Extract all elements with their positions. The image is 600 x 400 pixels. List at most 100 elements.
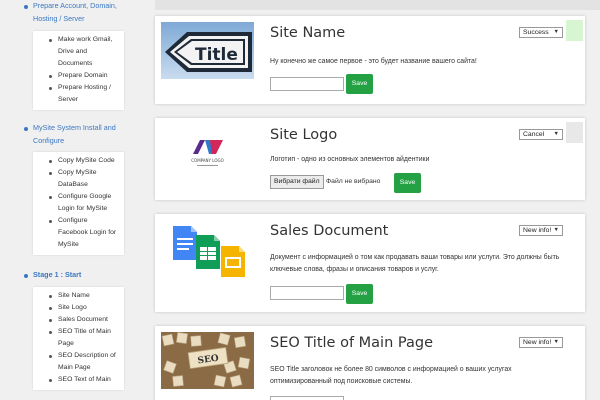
card-title: Sales Document bbox=[270, 223, 389, 239]
sidebar-item-label: Sales Document bbox=[58, 315, 108, 323]
bullet-icon bbox=[24, 4, 28, 9]
status-select[interactable]: Cancel ▼ bbox=[519, 129, 563, 140]
status-select-value: New info! bbox=[523, 227, 552, 234]
sidebar-item[interactable]: SEO Description of Main Page bbox=[39, 350, 118, 374]
bullet-icon bbox=[24, 273, 28, 278]
dot-icon bbox=[49, 39, 52, 42]
svg-text:COMPANY LOGO: COMPANY LOGO bbox=[191, 158, 223, 163]
dot-icon bbox=[49, 196, 52, 199]
logo-icon: COMPANY LOGO bbox=[161, 124, 254, 181]
sidebar-item-label: Site Logo bbox=[58, 303, 87, 311]
site-name-input[interactable] bbox=[270, 77, 344, 91]
sidebar-item-label: Prepare Hosting / Server bbox=[58, 84, 111, 103]
sidebar-list: Site Name Site Logo Sales Document SEO T… bbox=[33, 286, 124, 390]
chevron-down-icon: ▼ bbox=[553, 339, 559, 345]
sidebar-section-prepare: Prepare Account, Domain, Hosting / Serve… bbox=[22, 0, 135, 110]
sidebar-item-label: SEO Title of Main Page bbox=[58, 327, 111, 347]
card-title: Site Logo bbox=[270, 127, 338, 143]
sidebar-item[interactable]: Sales Document bbox=[39, 314, 118, 326]
sidebar-heading-stage1[interactable]: Stage 1 : Start bbox=[22, 269, 135, 282]
status-indicator bbox=[566, 20, 583, 41]
status-select-value: Cancel bbox=[523, 131, 545, 138]
sidebar-list: Make work Gmail, Drive and Documents Pre… bbox=[33, 31, 124, 110]
card-title: SEO Title of Main Page bbox=[270, 335, 433, 351]
company-logo-image: COMPANY LOGO bbox=[161, 124, 254, 181]
dot-icon bbox=[49, 172, 52, 175]
status-select-value: Success bbox=[523, 29, 549, 36]
sidebar-item-label: Make work Gmail, Drive and Documents bbox=[58, 36, 113, 67]
seo-title-input[interactable] bbox=[270, 396, 344, 400]
sidebar-item[interactable]: Copy MySite DataBase bbox=[39, 167, 118, 191]
sidebar-heading-label: Prepare Account, Domain, Hosting / Serve… bbox=[33, 1, 117, 23]
sidebar-item-label: SEO Description of Main Page bbox=[58, 351, 116, 371]
status-select[interactable]: New info! ▼ bbox=[519, 225, 563, 236]
top-bar bbox=[155, 0, 600, 10]
save-button[interactable]: Save bbox=[394, 173, 421, 193]
card-description: Ну конечно же самое первое - это будет н… bbox=[270, 58, 477, 65]
dot-icon bbox=[49, 220, 52, 223]
svg-text:Title: Title bbox=[195, 45, 238, 65]
seo-tiles-image: SEO bbox=[161, 332, 254, 389]
dot-icon bbox=[49, 378, 52, 382]
sidebar-heading-install[interactable]: MySite System Install and Configure bbox=[22, 122, 135, 147]
save-button[interactable]: Save bbox=[346, 284, 373, 304]
save-button[interactable]: Save bbox=[346, 74, 373, 94]
status-select-value: New info! bbox=[523, 339, 552, 346]
sidebar-item-label: Site Name bbox=[58, 291, 90, 299]
card-site-name: Title Site Name Success ▼ Ну конечно же … bbox=[155, 16, 585, 104]
dot-icon bbox=[49, 330, 52, 334]
sidebar-item-label: Copy MySite DataBase bbox=[58, 169, 97, 188]
card-title: Site Name bbox=[270, 25, 346, 41]
chevron-down-icon: ▼ bbox=[553, 131, 559, 137]
dot-icon bbox=[49, 160, 52, 163]
status-select[interactable]: New info! ▼ bbox=[519, 337, 563, 348]
sidebar-item[interactable]: SEO Text of Main bbox=[39, 374, 118, 386]
sidebar-list: Copy MySite Code Copy MySite DataBase Co… bbox=[33, 152, 124, 255]
card-seo-title: SEO SEO Title of Main Page New info! ▼ S… bbox=[155, 326, 585, 400]
google-docs-icon bbox=[161, 220, 254, 277]
seo-tiles-icon: SEO bbox=[161, 332, 254, 389]
sidebar-item-label: Configure Google Login for MySite bbox=[58, 193, 112, 212]
sidebar-item[interactable]: Prepare Domain bbox=[39, 70, 118, 82]
status-select[interactable]: Success ▼ bbox=[519, 27, 563, 38]
sidebar: Prepare Account, Domain, Hosting / Serve… bbox=[0, 0, 135, 400]
dot-icon bbox=[49, 75, 52, 78]
card-site-logo: COMPANY LOGO Site Logo Cancel ▼ Логотип … bbox=[155, 118, 585, 200]
file-status-text: Файл не вибрано bbox=[326, 178, 381, 185]
sidebar-item[interactable]: Site Name bbox=[39, 290, 118, 302]
dot-icon bbox=[49, 318, 52, 322]
sales-document-input[interactable] bbox=[270, 286, 344, 300]
sidebar-item[interactable]: SEO Title of Main Page bbox=[39, 326, 118, 350]
title-sign-image: Title bbox=[161, 22, 254, 79]
status-indicator bbox=[566, 330, 583, 351]
chevron-down-icon: ▼ bbox=[553, 227, 559, 233]
dot-icon bbox=[49, 306, 52, 310]
sidebar-section-install: MySite System Install and Configure Copy… bbox=[22, 122, 135, 255]
dot-icon bbox=[49, 294, 52, 298]
sidebar-item[interactable]: Prepare Hosting / Server bbox=[39, 82, 118, 106]
chevron-down-icon: ▼ bbox=[553, 29, 559, 35]
sidebar-item[interactable]: Make work Gmail, Drive and Documents bbox=[39, 34, 118, 70]
card-sales-document: Sales Document New info! ▼ Документ с ин… bbox=[155, 214, 585, 312]
status-indicator bbox=[566, 122, 583, 143]
dot-icon bbox=[49, 87, 52, 90]
docs-apps-image bbox=[161, 220, 254, 277]
sidebar-section-stage1: Stage 1 : Start Site Name Site Logo Sale… bbox=[22, 269, 135, 390]
sidebar-item-label: SEO Text of Main bbox=[58, 375, 111, 383]
choose-file-button[interactable]: Вибрати файл bbox=[270, 175, 324, 189]
sidebar-item[interactable]: Copy MySite Code bbox=[39, 155, 118, 167]
sidebar-item[interactable]: Configure Google Login for MySite bbox=[39, 191, 118, 215]
card-description: SEO Title заголовок не более 80 символов… bbox=[270, 366, 512, 385]
card-description: Документ с информацией о том как продава… bbox=[270, 254, 560, 273]
dot-icon bbox=[49, 354, 52, 358]
sidebar-heading-label: MySite System Install and Configure bbox=[33, 123, 116, 145]
status-indicator bbox=[566, 218, 583, 239]
title-sign-icon: Title bbox=[161, 22, 254, 79]
sidebar-heading-label: Stage 1 : Start bbox=[33, 270, 82, 279]
sidebar-heading-prepare-account[interactable]: Prepare Account, Domain, Hosting / Serve… bbox=[22, 0, 135, 25]
sidebar-item[interactable]: Configure Facebook Login for MySite bbox=[39, 215, 118, 251]
sidebar-item-label: Configure Facebook Login for MySite bbox=[58, 217, 117, 248]
card-description: Логотип - одно из основных элементов айд… bbox=[270, 156, 430, 163]
sidebar-item[interactable]: Site Logo bbox=[39, 302, 118, 314]
sidebar-item-label: Copy MySite Code bbox=[58, 157, 115, 164]
